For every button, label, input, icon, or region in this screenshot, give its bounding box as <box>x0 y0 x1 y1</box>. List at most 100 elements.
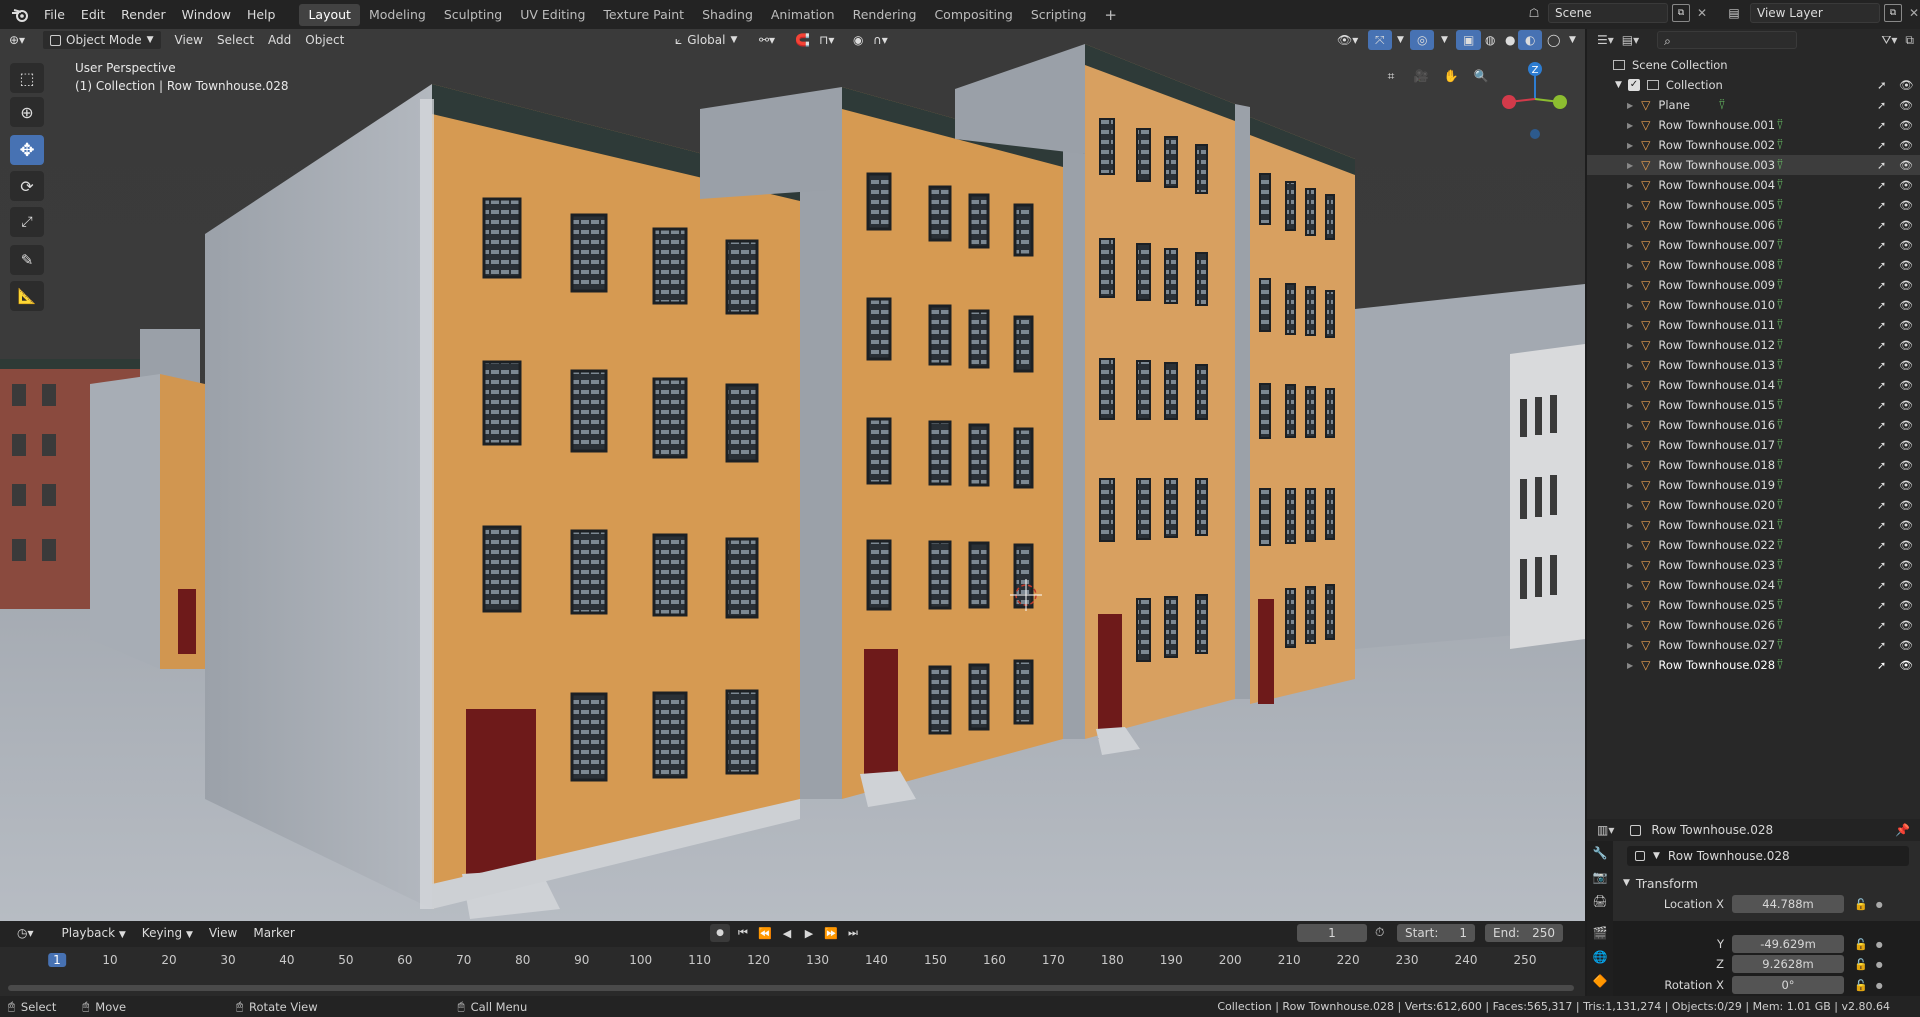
expand-arrow-icon[interactable]: ▶ <box>1627 661 1633 670</box>
select-arrow-icon[interactable]: ➚ <box>1877 139 1886 152</box>
expand-arrow-icon[interactable]: ▶ <box>1627 301 1633 310</box>
rotate-tool[interactable]: ⟳ <box>10 171 44 201</box>
expand-arrow-icon[interactable]: ▶ <box>1627 161 1633 170</box>
eye-icon[interactable]: 👁 <box>1899 78 1914 92</box>
properties-editor-icon[interactable]: ▥▾ <box>1597 823 1614 837</box>
tab-scripting[interactable]: Scripting <box>1022 4 1096 26</box>
select-arrow-icon[interactable]: ➚ <box>1877 499 1886 512</box>
expand-arrow-icon[interactable]: ▶ <box>1627 421 1633 430</box>
select-arrow-icon[interactable]: ➚ <box>1877 579 1886 592</box>
outliner-item[interactable]: ▶ ▽ Row Townhouse.011 ⍢ ➚ 👁 <box>1587 315 1920 335</box>
keyframe-dot-icon[interactable]: ● <box>1876 940 1883 949</box>
editor-type-icon[interactable]: ⊕▾ <box>0 30 34 50</box>
outliner-item[interactable]: ▶ ▽ Row Townhouse.007 ⍢ ➚ 👁 <box>1587 235 1920 255</box>
outliner-item[interactable]: ▶ ▽ Plane ⍢ ➚ 👁 <box>1587 95 1920 115</box>
select-arrow-icon[interactable]: ➚ <box>1877 459 1886 472</box>
select-arrow-icon[interactable]: ➚ <box>1877 479 1886 492</box>
outliner-item[interactable]: ▶ ▽ Row Townhouse.001 ⍢ ➚ 👁 <box>1587 115 1920 135</box>
filter-icon[interactable]: ⛛▾ <box>1881 33 1897 48</box>
expand-arrow-icon[interactable]: ▶ <box>1627 501 1633 510</box>
scene-tab-icon[interactable]: 🎬 <box>1587 921 1613 945</box>
location-z-field[interactable]: 9.2628m <box>1732 955 1844 973</box>
outliner-item[interactable]: ▶ ▽ Row Townhouse.009 ⍢ ➚ 👁 <box>1587 275 1920 295</box>
expand-arrow-icon[interactable]: ▶ <box>1627 381 1633 390</box>
copy-view-layer-icon[interactable]: ⧉ <box>1884 4 1902 22</box>
add-workspace-button[interactable]: + <box>1095 4 1126 26</box>
select-arrow-icon[interactable]: ➚ <box>1877 419 1886 432</box>
ortho-toggle-icon[interactable]: ⌗ <box>1380 65 1402 87</box>
display-mode-icon[interactable]: ▤▾ <box>1622 33 1639 47</box>
select-arrow-icon[interactable]: ➚ <box>1877 379 1886 392</box>
transform-panel-header[interactable]: ▼ Transform <box>1617 872 1915 894</box>
select-arrow-icon[interactable]: ➚ <box>1877 259 1886 272</box>
keyframe-dot-icon[interactable]: ● <box>1876 900 1883 909</box>
lock-icon[interactable]: 🔓 <box>1854 898 1868 911</box>
select-arrow-icon[interactable]: ➚ <box>1877 399 1886 412</box>
world-tab-icon[interactable]: 🌐 <box>1587 945 1613 969</box>
expand-arrow-icon[interactable]: ▶ <box>1627 281 1633 290</box>
tab-texture-paint[interactable]: Texture Paint <box>594 4 693 26</box>
tab-animation[interactable]: Animation <box>762 4 844 26</box>
timeline-scrollbar[interactable] <box>8 985 1574 991</box>
collection-checkbox[interactable]: ✓ <box>1627 79 1640 91</box>
object-name-field[interactable]: ▼ Row Townhouse.028 <box>1627 846 1909 866</box>
tab-sculpting[interactable]: Sculpting <box>435 4 511 26</box>
overlay-icon[interactable]: ◎ <box>1410 30 1435 50</box>
eye-icon[interactable]: 👁 <box>1899 439 1913 452</box>
outliner-item[interactable]: ▶ ▽ Row Townhouse.008 ⍢ ➚ 👁 <box>1587 255 1920 275</box>
render-tab-icon[interactable]: 📷 <box>1587 865 1613 889</box>
expand-arrow-icon[interactable]: ▶ <box>1627 321 1633 330</box>
expand-arrow-icon[interactable]: ▶ <box>1627 481 1633 490</box>
expand-arrow-icon[interactable]: ▶ <box>1627 441 1633 450</box>
select-arrow-icon[interactable]: ➚ <box>1877 199 1886 212</box>
view-layer-icon[interactable]: ▤ <box>1722 3 1746 23</box>
scene-collection-row[interactable]: Scene Collection <box>1587 55 1920 75</box>
material-shading-icon[interactable]: ◐ <box>1518 30 1543 50</box>
eye-icon[interactable]: 👁 <box>1899 379 1913 392</box>
eye-icon[interactable]: 👁 <box>1899 519 1913 532</box>
outliner-item[interactable]: ▶ ▽ Row Townhouse.018 ⍢ ➚ 👁 <box>1587 455 1920 475</box>
collection-row[interactable]: ▼ ✓ Collection ➚ 👁 <box>1587 75 1920 95</box>
eye-icon[interactable]: 👁 <box>1899 359 1913 372</box>
outliner-item[interactable]: ▶ ▽ Row Townhouse.005 ⍢ ➚ 👁 <box>1587 195 1920 215</box>
snap-target-icon[interactable]: ⊓▾ <box>812 30 841 50</box>
tab-rendering[interactable]: Rendering <box>844 4 926 26</box>
shading-dropdown-icon[interactable]: ▼ <box>1562 30 1583 50</box>
outliner-item[interactable]: ▶ ▽ Row Townhouse.016 ⍢ ➚ 👁 <box>1587 415 1920 435</box>
outliner-item[interactable]: ▶ ▽ Row Townhouse.002 ⍢ ➚ 👁 <box>1587 135 1920 155</box>
axis-gizmo[interactable]: Z <box>1495 59 1575 139</box>
outliner-item[interactable]: ▶ ▽ Row Townhouse.022 ⍢ ➚ 👁 <box>1587 535 1920 555</box>
menu-select[interactable]: Select <box>210 30 261 50</box>
scene-selector[interactable]: Scene <box>1548 3 1668 23</box>
outliner-item[interactable]: ▶ ▽ Row Townhouse.017 ⍢ ➚ 👁 <box>1587 435 1920 455</box>
select-arrow-icon[interactable]: ➚ <box>1877 519 1886 532</box>
outliner-editor-icon[interactable]: ☰▾ <box>1597 33 1614 47</box>
menu-object[interactable]: Object <box>298 30 351 50</box>
eye-icon[interactable]: 👁 <box>1899 159 1913 172</box>
outliner-item[interactable]: ▶ ▽ Row Townhouse.020 ⍢ ➚ 👁 <box>1587 495 1920 515</box>
menu-view[interactable]: View <box>168 30 210 50</box>
object-tab-icon[interactable]: 🔶 <box>1587 969 1613 993</box>
outliner-search-input[interactable]: ⌕ <box>1657 31 1798 49</box>
keyframe-dot-icon[interactable]: ● <box>1876 981 1883 990</box>
tab-compositing[interactable]: Compositing <box>925 4 1021 26</box>
zoom-icon[interactable]: 🔍 <box>1470 65 1492 87</box>
expand-arrow-icon[interactable]: ▶ <box>1627 641 1633 650</box>
measure-tool[interactable]: 📐 <box>10 281 44 311</box>
expand-arrow-icon[interactable]: ▶ <box>1627 401 1633 410</box>
eye-icon[interactable]: 👁 <box>1899 639 1913 652</box>
eye-icon[interactable]: 👁 <box>1899 239 1913 252</box>
expand-arrow-icon[interactable]: ▶ <box>1627 221 1633 230</box>
select-arrow-icon[interactable]: ➚ <box>1877 659 1886 672</box>
outliner-item[interactable]: ▶ ▽ Row Townhouse.010 ⍢ ➚ 👁 <box>1587 295 1920 315</box>
expand-arrow-icon[interactable]: ▶ <box>1627 121 1633 130</box>
expand-arrow-icon[interactable]: ▶ <box>1627 361 1633 370</box>
frame-ruler[interactable]: 1 10 20 30 40 50 60 70 80 90 100 110 120 130 140 150 160… <box>0 947 1585 996</box>
lock-icon[interactable]: 🔓 <box>1854 979 1868 992</box>
outliner-item[interactable]: ▶ ▽ Row Townhouse.021 ⍢ ➚ 👁 <box>1587 515 1920 535</box>
eye-icon[interactable]: 👁 <box>1899 579 1913 592</box>
eye-icon[interactable]: 👁 <box>1899 199 1913 212</box>
outliner-item[interactable]: ▶ ▽ Row Townhouse.019 ⍢ ➚ 👁 <box>1587 475 1920 495</box>
select-arrow-icon[interactable]: ➚ <box>1877 339 1886 352</box>
eye-icon[interactable]: 👁 <box>1899 459 1913 472</box>
